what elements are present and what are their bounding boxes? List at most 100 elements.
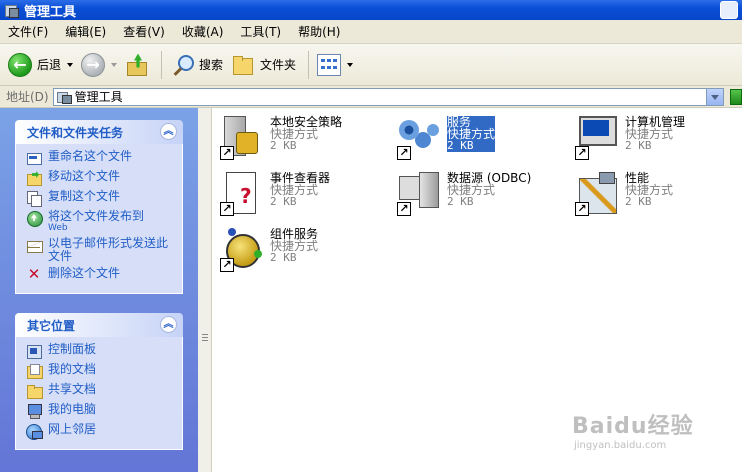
network-icon: [26, 423, 43, 440]
other-places-panel: 其它位置 ︽ 控制面板 我的文档 共享文档 我的电脑 网上邻居: [15, 313, 183, 450]
task-copy[interactable]: 复制这个文件: [26, 189, 176, 207]
forward-button[interactable]: →: [81, 50, 118, 80]
search-label: 搜索: [199, 58, 224, 72]
place-label: 网上邻居: [48, 422, 97, 436]
baidu-watermark: Baidu经验 jingyan.baidu.com: [572, 408, 694, 451]
task-label: 重命名这个文件: [48, 149, 133, 163]
collapse-icon[interactable]: ︽: [160, 316, 177, 333]
menu-tools[interactable]: 工具(T): [240, 23, 281, 40]
place-label: 共享文档: [48, 382, 97, 396]
shortcut-arrow-icon: ↗: [397, 146, 411, 160]
back-label: 后退: [37, 58, 62, 72]
place-label: 我的文档: [48, 362, 97, 376]
views-button[interactable]: [317, 50, 354, 80]
task-label: 移动这个文件: [48, 169, 121, 183]
admin-tools-icon: [4, 3, 19, 18]
toolbar: ← 后退 → 搜索 文件夹: [0, 44, 742, 86]
folders-button[interactable]: 文件夹: [231, 50, 296, 80]
address-dropdown-icon[interactable]: [706, 88, 723, 105]
my-documents-icon: [26, 363, 43, 379]
other-places-list: 控制面板 我的文档 共享文档 我的电脑 网上邻居: [15, 337, 183, 450]
folders-label: 文件夹: [260, 58, 297, 72]
file-item-odbc[interactable]: ↗ 数据源 (ODBC) 快捷方式 2 KB: [395, 170, 563, 222]
shortcut-arrow-icon: ↗: [220, 202, 234, 216]
menu-help[interactable]: 帮助(H): [298, 23, 340, 40]
title-bar: 管理工具: [0, 0, 742, 20]
task-label: 复制这个文件: [48, 189, 121, 203]
task-rename[interactable]: 重命名这个文件: [26, 150, 176, 166]
views-icon: [317, 53, 342, 76]
menu-file[interactable]: 文件(F): [8, 23, 48, 40]
file-size: 2 KB: [447, 139, 474, 152]
views-dropdown-icon[interactable]: [347, 62, 354, 67]
file-item-component-services[interactable]: ↗ 组件服务 快捷方式 2 KB: [218, 226, 386, 278]
up-button[interactable]: [125, 50, 149, 80]
file-item-performance[interactable]: ↗ 性能 快捷方式 2 KB: [573, 170, 741, 222]
watermark-sub: jingyan.baidu.com: [574, 440, 667, 451]
forward-dropdown-icon[interactable]: [111, 62, 118, 67]
place-label: 控制面板: [48, 342, 97, 356]
other-places-header[interactable]: 其它位置 ︽: [15, 313, 183, 337]
shortcut-arrow-icon: ↗: [397, 202, 411, 216]
toolbar-separator: [308, 50, 310, 79]
file-size: 2 KB: [625, 139, 652, 152]
place-my-documents[interactable]: 我的文档: [26, 363, 176, 379]
other-places-title: 其它位置: [27, 318, 76, 333]
file-size: 2 KB: [270, 139, 297, 152]
file-tasks-list: 重命名这个文件 移动这个文件 复制这个文件 将这个文件发布到 Web 以电子邮件…: [15, 144, 183, 294]
place-my-computer[interactable]: 我的电脑: [26, 403, 176, 419]
file-item-services[interactable]: ↗ 服务 快捷方式 2 KB: [395, 114, 563, 166]
address-input[interactable]: 管理工具: [52, 87, 724, 106]
place-label: 我的电脑: [48, 402, 97, 416]
collapse-icon[interactable]: ︽: [160, 123, 177, 140]
copy-icon: [26, 190, 42, 207]
email-icon: [26, 237, 43, 253]
rename-icon: [26, 150, 42, 166]
file-tasks-header[interactable]: 文件和文件夹任务 ︽: [15, 120, 183, 144]
file-tasks-title: 文件和文件夹任务: [27, 125, 124, 140]
file-item-local-security-policy[interactable]: ↗ 本地安全策略 快捷方式 2 KB: [218, 114, 386, 166]
forward-arrow-icon: →: [81, 52, 106, 77]
search-icon: [170, 53, 195, 77]
window-title: 管理工具: [24, 4, 77, 20]
task-label: 将这个文件发布到: [48, 209, 145, 223]
shared-documents-icon: [26, 383, 43, 399]
file-size: 2 KB: [270, 195, 297, 208]
file-size: 2 KB: [270, 251, 297, 264]
go-button[interactable]: [730, 88, 742, 105]
file-size: 2 KB: [625, 195, 652, 208]
back-button[interactable]: ← 后退: [8, 50, 74, 80]
menu-edit[interactable]: 编辑(E): [65, 23, 106, 40]
place-control-panel[interactable]: 控制面板: [26, 343, 176, 359]
task-publish[interactable]: 将这个文件发布到 Web: [26, 210, 176, 233]
control-panel-icon: [26, 343, 42, 359]
place-shared-documents[interactable]: 共享文档: [26, 383, 176, 399]
my-computer-icon: [26, 403, 42, 419]
search-button[interactable]: 搜索: [170, 50, 223, 80]
watermark-main: Baidu经验: [572, 414, 694, 439]
file-size: 2 KB: [447, 195, 474, 208]
file-item-event-viewer[interactable]: ↗ 事件查看器 快捷方式 2 KB: [218, 170, 386, 222]
delete-icon: ✕: [27, 265, 41, 283]
task-move[interactable]: 移动这个文件: [26, 170, 176, 186]
menu-view[interactable]: 查看(V): [123, 23, 165, 40]
menu-favorites[interactable]: 收藏(A): [182, 23, 224, 40]
task-label: 以电子邮件形式发送此文件: [48, 236, 169, 263]
menu-bar: 文件(F) 编辑(E) 查看(V) 收藏(A) 工具(T) 帮助(H): [0, 20, 742, 44]
task-label: 删除这个文件: [48, 266, 121, 280]
task-email[interactable]: 以电子邮件形式发送此文件: [26, 237, 176, 263]
task-sublabel: Web: [48, 223, 68, 233]
back-dropdown-icon[interactable]: [67, 62, 74, 67]
toolbar-separator: [161, 50, 163, 79]
pane-splitter[interactable]: [198, 108, 212, 472]
back-arrow-icon: ←: [8, 52, 32, 77]
move-icon: [26, 170, 42, 186]
shortcut-arrow-icon: ↗: [220, 146, 234, 160]
folder-icon: [231, 54, 255, 76]
file-item-computer-management[interactable]: ↗ 计算机管理 快捷方式 2 KB: [573, 114, 741, 166]
task-delete[interactable]: ✕ 删除这个文件: [26, 267, 176, 283]
file-tasks-panel: 文件和文件夹任务 ︽ 重命名这个文件 移动这个文件 复制这个文件 将这个文件发布…: [15, 120, 183, 294]
task-pane: 文件和文件夹任务 ︽ 重命名这个文件 移动这个文件 复制这个文件 将这个文件发布…: [0, 108, 198, 472]
window-control-button[interactable]: [720, 1, 738, 19]
place-network[interactable]: 网上邻居: [26, 422, 176, 440]
